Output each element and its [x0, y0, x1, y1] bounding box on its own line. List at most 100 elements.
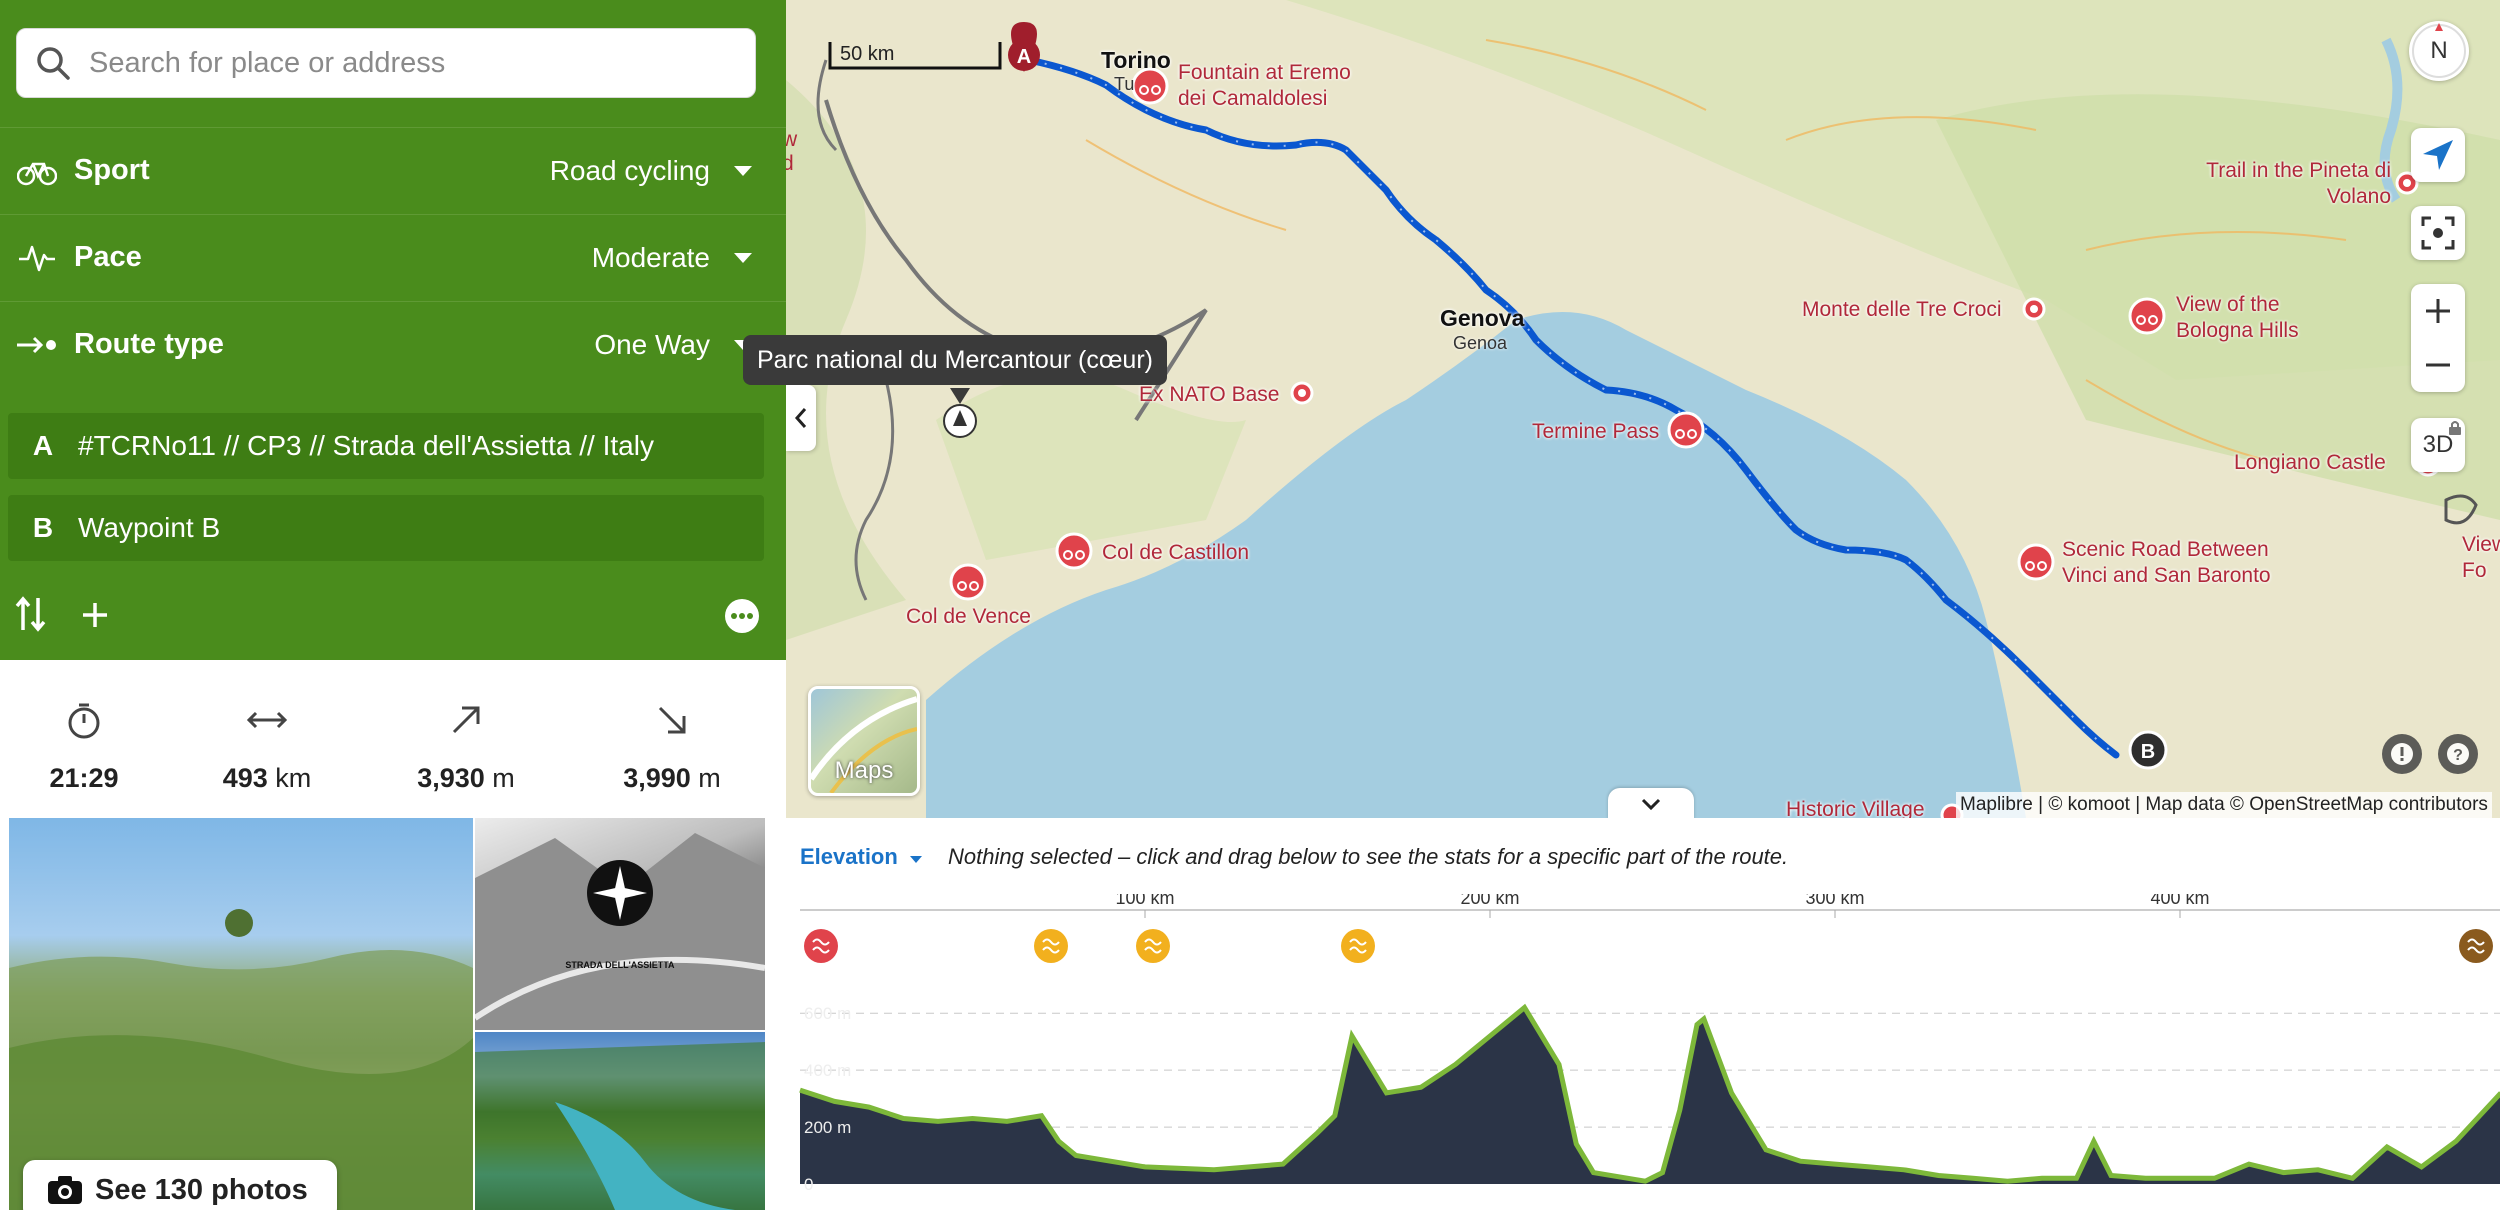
- waypoint-b-marker[interactable]: B: [2128, 730, 2168, 770]
- location-arrow-icon: [2423, 140, 2453, 170]
- zoom-out-icon[interactable]: [2424, 351, 2452, 379]
- end-marker[interactable]: [2459, 929, 2493, 963]
- elevation-tab-label[interactable]: Elevation: [800, 844, 898, 869]
- poi-view-partial[interactable]: View Fo: [2462, 532, 2500, 584]
- expand-elevation-button[interactable]: [1608, 788, 1694, 818]
- elevation-tab[interactable]: Elevation: [800, 844, 922, 870]
- compass-label: N: [2430, 37, 2448, 64]
- lock-icon: [2449, 421, 2461, 435]
- ascent-icon: [452, 706, 480, 734]
- photo-overlay-text: STRADA DELL'ASSIETTA: [565, 960, 675, 970]
- poi-scenic-road[interactable]: Scenic Road Between Vinci and San Baront…: [2062, 537, 2292, 589]
- svg-text:?: ?: [2453, 747, 2463, 764]
- poi-col-de-castillon[interactable]: Col de Castillon: [1102, 541, 1249, 565]
- map-tooltip: Parc national du Mercantour (cœur): [743, 335, 1167, 385]
- chevron-left-icon: [794, 408, 807, 428]
- distance-stat: 493 km: [187, 700, 347, 794]
- zoom-controls: [2411, 284, 2465, 392]
- locate-me-button[interactable]: [2411, 128, 2465, 182]
- see-photos-label[interactable]: See 130 photos: [95, 1174, 308, 1207]
- pace-value[interactable]: Moderate: [592, 242, 710, 274]
- elevation-message: Nothing selected – click and drag below …: [948, 844, 1789, 869]
- sport-selector[interactable]: Sport Road cycling: [0, 127, 786, 213]
- more-options-icon[interactable]: [724, 598, 760, 639]
- map-layer-label: Maps: [834, 757, 894, 784]
- chevron-down-icon: [909, 856, 922, 863]
- descent-unit: m: [698, 763, 721, 793]
- one-way-icon: [0, 333, 74, 357]
- add-waypoint-icon[interactable]: [80, 600, 110, 635]
- duration-value: 21:29: [49, 763, 119, 793]
- route-type-value[interactable]: One Way: [594, 329, 710, 361]
- 3d-toggle-button[interactable]: 3D: [2411, 418, 2465, 472]
- zoom-in-icon[interactable]: [2424, 297, 2452, 325]
- elevation-x-tick: 200 km: [1460, 894, 1519, 908]
- elevation-x-tick: 400 km: [2150, 894, 2209, 908]
- map-view[interactable]: A B 50 km w d Torino Tu Genova Genoa Fou…: [786, 0, 2500, 818]
- photo-vineyard[interactable]: [9, 818, 473, 1210]
- sport-value[interactable]: Road cycling: [550, 155, 710, 187]
- poi-ex-nato-base[interactable]: Ex NATO Base: [1139, 383, 1279, 407]
- waypoint-b-name[interactable]: Waypoint B: [78, 512, 220, 544]
- photo-river[interactable]: [475, 1032, 765, 1210]
- poi-fountain[interactable]: Fountain at Eremo dei Camaldolesi: [1178, 60, 1378, 112]
- fit-route-button[interactable]: [2411, 206, 2465, 260]
- see-photos-button[interactable]: See 130 photos: [23, 1160, 337, 1210]
- elevation-panel: Elevation Nothing selected – click and d…: [786, 818, 2500, 1210]
- surface-warning-marker[interactable]: [1341, 929, 1375, 963]
- start-marker[interactable]: [804, 929, 838, 963]
- partial-poi-label: w d: [786, 128, 798, 175]
- sport-label: Sport: [74, 154, 150, 186]
- elevation-x-tick: 100 km: [1115, 894, 1174, 908]
- camera-icon: [48, 1176, 82, 1204]
- poi-longiano-castle[interactable]: Longiano Castle: [2234, 451, 2386, 475]
- poi-bologna-hills[interactable]: View of the Bologna Hills: [2176, 292, 2326, 344]
- route-planner-sidebar: Search for place or address Sport Road c…: [0, 0, 786, 1210]
- city-torino-sub: Tu: [1114, 74, 1135, 94]
- chevron-down-icon: [1641, 798, 1661, 811]
- poi-termine-pass[interactable]: Termine Pass: [1532, 420, 1659, 444]
- search-box[interactable]: Search for place or address: [16, 28, 756, 98]
- bicycle-icon: [0, 156, 74, 186]
- city-genova-sub: Genoa: [1453, 333, 1508, 353]
- poi-pineta-di-volano[interactable]: Trail in the Pineta di Volano: [2206, 158, 2391, 210]
- chevron-down-icon[interactable]: [734, 165, 752, 176]
- poi-marker: [949, 563, 987, 601]
- route-type-selector[interactable]: Route type One Way: [0, 301, 786, 387]
- map-layer-switcher[interactable]: Maps: [808, 686, 920, 796]
- city-torino: Torino: [1101, 47, 1171, 73]
- route-stats: 21:29 493 km 3,930 m 3,990 m: [0, 700, 786, 800]
- chevron-down-icon[interactable]: [734, 252, 752, 263]
- compass-button[interactable]: N: [2409, 21, 2469, 81]
- poi-monte-delle-tre-croci[interactable]: Monte delle Tre Croci: [1802, 298, 2002, 322]
- waypoint-a[interactable]: A #TCRNo11 // CP3 // Strada dell'Assiett…: [8, 413, 764, 479]
- surface-warning-marker[interactable]: [1136, 929, 1170, 963]
- poi-historic-village[interactable]: Historic Village: [1786, 798, 1925, 818]
- alert-icon: [2391, 743, 2413, 765]
- waypoint-a-letter: A: [32, 430, 54, 461]
- waypoint-b[interactable]: B Waypoint B: [8, 495, 764, 561]
- duration-stat: 21:29: [4, 700, 164, 794]
- photo-gallery[interactable]: STRADA DELL'ASSIETTA See 130 photos: [9, 818, 765, 1210]
- waypoint-a-marker[interactable]: A: [1008, 22, 1040, 72]
- ascent-stat: 3,930 m: [386, 700, 546, 794]
- poi-marker: [2128, 297, 2166, 335]
- poi-marker: [1131, 67, 1169, 105]
- help-button[interactable]: ?: [2438, 734, 2478, 774]
- elevation-chart[interactable]: 100 km 200 km 300 km 400 km 600 m 400 m 200 m 0: [786, 894, 2500, 1194]
- search-input[interactable]: Search for place or address: [89, 47, 445, 80]
- surface-warning-marker[interactable]: [1034, 929, 1068, 963]
- swap-waypoints-icon[interactable]: [14, 594, 48, 639]
- elevation-x-tick: 300 km: [1805, 894, 1864, 908]
- map-attribution[interactable]: Maplibre | © komoot | Map data © OpenStr…: [1956, 792, 2492, 818]
- planner-panel: Search for place or address Sport Road c…: [0, 0, 786, 660]
- elevation-y-tick: 200 m: [804, 1118, 851, 1137]
- collapse-sidebar-button[interactable]: [786, 385, 816, 451]
- focus-frame-icon: [2421, 216, 2455, 250]
- report-issue-button[interactable]: [2382, 734, 2422, 774]
- poi-col-de-vence[interactable]: Col de Vence: [906, 605, 1031, 629]
- svg-text:A: A: [1017, 46, 1031, 68]
- photo-strada-assietta[interactable]: STRADA DELL'ASSIETTA: [475, 818, 765, 1030]
- pace-selector[interactable]: Pace Moderate: [0, 214, 786, 300]
- waypoint-a-name[interactable]: #TCRNo11 // CP3 // Strada dell'Assietta …: [78, 430, 654, 462]
